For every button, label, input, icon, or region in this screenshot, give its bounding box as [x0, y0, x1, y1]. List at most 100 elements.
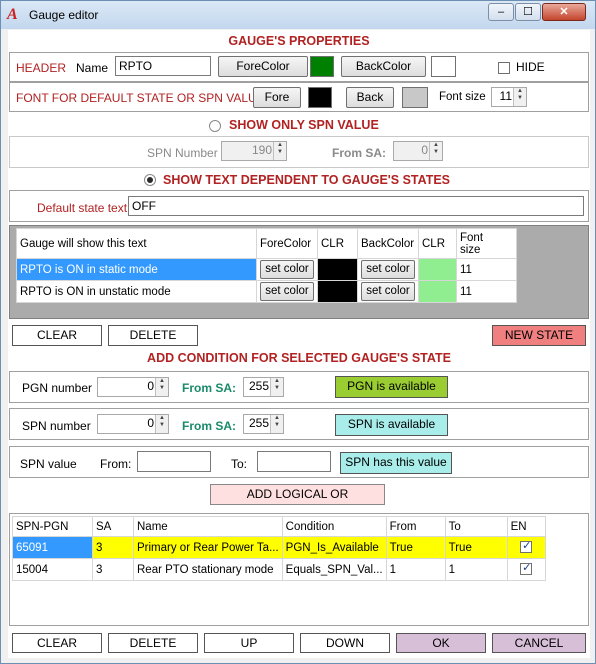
table-row[interactable]: RPTO is ON in unstatic mode set color se… [16, 280, 517, 303]
spin-arrows-icon[interactable]: ▲ ▼ [273, 142, 286, 160]
to-cell[interactable]: True [444, 536, 508, 559]
from-cell[interactable]: 1 [385, 558, 446, 581]
spin-arrows-icon[interactable]: ▲ ▼ [155, 378, 168, 396]
spn-value-row: SPN value From: To: SPN has this value [9, 446, 589, 478]
pgn-number-stepper[interactable]: 0 ▲ ▼ [97, 377, 169, 397]
spn-value-from-input[interactable] [137, 451, 211, 472]
font-size-label: Font size [439, 91, 486, 103]
minimize-button[interactable]: ‒ [488, 3, 514, 21]
name-cell[interactable]: Rear PTO stationary mode [133, 558, 283, 581]
spin-arrows-icon[interactable]: ▲ ▼ [429, 142, 442, 160]
enabled-check-icon[interactable] [520, 539, 533, 554]
spin-arrows-icon[interactable]: ▲ ▼ [155, 415, 168, 433]
sa-cell[interactable]: 3 [92, 536, 134, 559]
window-title: Gauge editor [29, 8, 99, 22]
from-sa-label: From SA: [332, 146, 386, 160]
app-logo-icon: A [7, 6, 18, 23]
col-header[interactable]: BackColor [357, 228, 419, 259]
spin-arrows-icon[interactable]: ▲ ▼ [270, 415, 283, 433]
states-delete-button[interactable]: DELETE [108, 325, 198, 346]
col-header[interactable]: CLR [317, 228, 358, 259]
default-state-input[interactable]: OFF [128, 196, 584, 216]
col-header[interactable]: Gauge will show this text [16, 228, 257, 259]
font-back-button[interactable]: Back [346, 87, 394, 108]
col-header[interactable]: Condition [281, 516, 387, 537]
set-back-color-button[interactable]: set color [361, 282, 415, 301]
cancel-button[interactable]: CANCEL [492, 633, 586, 653]
fore-cell: set color [256, 280, 318, 303]
table-row[interactable]: 65091 3 Primary or Rear Power Ta... PGN_… [12, 536, 546, 559]
name-input[interactable]: RPTO [115, 56, 211, 76]
spn-number-value: 190 [251, 143, 272, 157]
font-fore-swatch [308, 87, 332, 108]
fore-clr-cell [317, 280, 358, 303]
maximize-button[interactable]: ☐ [515, 3, 541, 21]
back-clr-cell [418, 258, 457, 281]
sa-cell[interactable]: 3 [92, 558, 134, 581]
up-button[interactable]: UP [204, 633, 294, 653]
col-header[interactable]: To [444, 516, 508, 537]
spin-arrows-icon[interactable]: ▲ ▼ [513, 88, 526, 106]
col-header[interactable]: SPN-PGN [12, 516, 93, 537]
footer-delete-button[interactable]: DELETE [108, 633, 198, 653]
down-button[interactable]: DOWN [300, 633, 390, 653]
table-row[interactable]: 15004 3 Rear PTO stationary mode Equals_… [12, 558, 546, 581]
enabled-check-icon[interactable] [520, 561, 533, 576]
spn-sa-stepper[interactable]: 255 ▲ ▼ [243, 414, 284, 434]
title-bar[interactable]: A Gauge editor ‒ ☐ ✕ [1, 1, 595, 29]
default-state-row: Default state text OFF [9, 190, 589, 222]
set-back-color-button[interactable]: set color [361, 260, 415, 279]
spn-number-stepper-2[interactable]: 0 ▲ ▼ [97, 414, 169, 434]
from-cell[interactable]: True [385, 536, 446, 559]
enabled-cell[interactable] [506, 536, 546, 559]
backcolor-button[interactable]: BackColor [341, 56, 426, 77]
pgn-from-sa-label: From SA: [182, 381, 236, 395]
col-header[interactable]: ForeColor [256, 228, 318, 259]
col-header[interactable]: Font size [456, 228, 517, 259]
to-cell[interactable]: 1 [444, 558, 508, 581]
spn-value-to-input[interactable] [257, 451, 331, 472]
enabled-cell[interactable] [506, 558, 546, 581]
hide-checkbox[interactable] [498, 60, 510, 74]
font-size-cell[interactable]: 11 [456, 280, 517, 303]
add-logical-or-button[interactable]: ADD LOGICAL OR [210, 484, 385, 505]
spn-number-stepper[interactable]: 190 ▲ ▼ [221, 141, 287, 161]
spn-only-label: SHOW ONLY SPN VALUE [229, 118, 379, 132]
from-sa-stepper[interactable]: 0 ▲ ▼ [393, 141, 443, 161]
back-clr-cell [418, 280, 457, 303]
condition-cell[interactable]: Equals_SPN_Val... [281, 558, 387, 581]
col-header[interactable]: Name [133, 516, 283, 537]
close-button[interactable]: ✕ [542, 3, 586, 21]
font-fore-button[interactable]: Fore [253, 87, 301, 108]
footer-clear-button[interactable]: CLEAR [12, 633, 102, 653]
state-text-radio[interactable] [144, 174, 156, 186]
col-header[interactable]: SA [92, 516, 134, 537]
col-header[interactable]: EN [506, 516, 546, 537]
ok-button[interactable]: OK [396, 633, 486, 653]
new-state-button[interactable]: NEW STATE [492, 325, 586, 346]
state-text-cell[interactable]: RPTO is ON in static mode [16, 258, 257, 281]
add-condition-heading: ADD CONDITION FOR SELECTED GAUGE'S STATE [147, 351, 451, 365]
pgn-sa-stepper[interactable]: 255 ▲ ▼ [243, 377, 284, 397]
hide-check-icon [498, 61, 510, 74]
pgn-available-button[interactable]: PGN is available [335, 376, 448, 398]
set-fore-color-button[interactable]: set color [260, 282, 314, 301]
name-cell[interactable]: Primary or Rear Power Ta... [133, 536, 283, 559]
spn-available-button[interactable]: SPN is available [335, 414, 448, 436]
font-size-stepper[interactable]: 11 ▲ ▼ [491, 87, 527, 107]
col-header[interactable]: From [385, 516, 446, 537]
col-header[interactable]: CLR [418, 228, 457, 259]
spn-has-value-button[interactable]: SPN has this value [340, 452, 452, 474]
spn-pgn-cell[interactable]: 15004 [12, 558, 93, 581]
set-fore-color-button[interactable]: set color [260, 260, 314, 279]
font-size-cell[interactable]: 11 [456, 258, 517, 281]
states-clear-button[interactable]: CLEAR [12, 325, 102, 346]
table-row[interactable]: RPTO is ON in static mode set color set … [16, 258, 517, 281]
spin-arrows-icon[interactable]: ▲ ▼ [270, 378, 283, 396]
forecolor-button[interactable]: ForeColor [218, 56, 308, 77]
state-text-cell[interactable]: RPTO is ON in unstatic mode [16, 280, 257, 303]
pgn-number-label: PGN number [22, 381, 93, 395]
spn-pgn-cell[interactable]: 65091 [12, 536, 93, 559]
spn-only-radio[interactable] [209, 120, 221, 132]
condition-cell[interactable]: PGN_Is_Available [281, 536, 387, 559]
